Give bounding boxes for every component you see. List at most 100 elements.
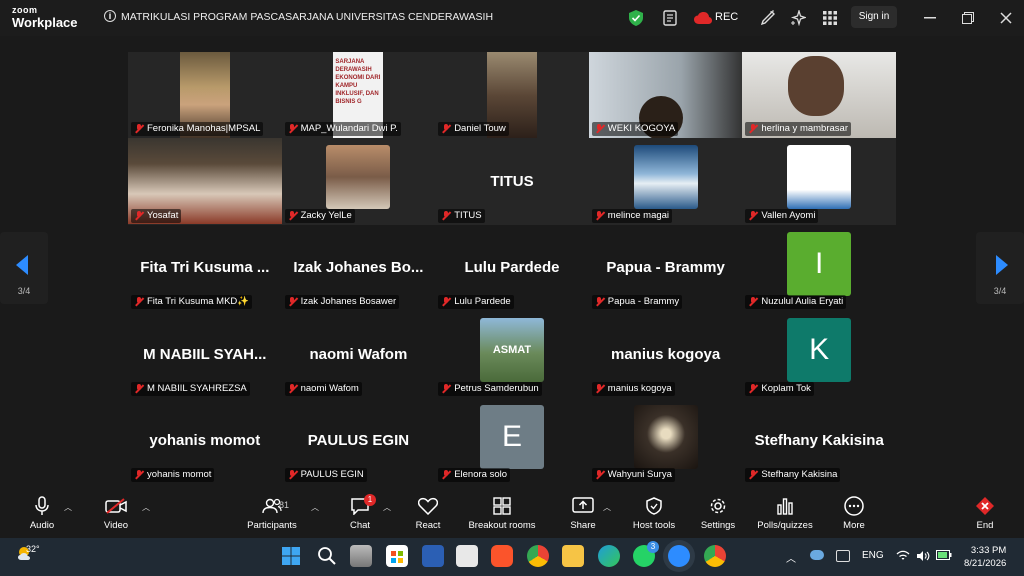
- battery-icon[interactable]: [936, 550, 952, 560]
- participant-tile[interactable]: WEKI KOGOYA: [588, 52, 743, 139]
- participants-options-caret[interactable]: ︿: [311, 502, 319, 513]
- participant-tile[interactable]: SARJANA DERAWASIH EKONOMI DARI KAMPU INK…: [281, 52, 436, 139]
- muted-mic-icon: [748, 470, 757, 480]
- share-options-caret[interactable]: ︿: [603, 502, 611, 513]
- audio-options-caret[interactable]: ︿: [64, 502, 72, 513]
- whatsapp-icon[interactable]: 3: [633, 541, 659, 567]
- speaker-icon[interactable]: [916, 550, 930, 562]
- participant-tile[interactable]: PAULUS EGIN PAULUS EGIN: [281, 397, 436, 484]
- cloud-record-icon[interactable]: [694, 9, 712, 27]
- wifi-icon[interactable]: [896, 550, 910, 562]
- muted-mic-icon: [134, 210, 143, 221]
- participant-tile[interactable]: Fita Tri Kusuma ... Fita Tri Kusuma MKD✨: [128, 224, 282, 312]
- app-icon[interactable]: [456, 545, 478, 567]
- participants-count: 81: [279, 500, 290, 510]
- participant-tile[interactable]: Yosafat: [128, 138, 282, 225]
- participant-tile[interactable]: ASMAT Petrus Samderubun: [435, 311, 589, 398]
- more-button[interactable]: More: [839, 494, 869, 531]
- participant-tile[interactable]: Vallen Ayomi: [742, 138, 896, 225]
- participant-tile[interactable]: TITUS TITUS: [435, 138, 589, 225]
- task-view-icon[interactable]: [350, 545, 372, 567]
- participant-tile[interactable]: M NABIIL SYAH... M NABIIL SYAHREZSA: [128, 311, 282, 398]
- next-page-button[interactable]: 3/4: [976, 232, 1024, 304]
- network-icon[interactable]: [836, 550, 850, 562]
- polls-quizzes-button[interactable]: Polls/quizzes: [756, 494, 814, 531]
- avatar-letter: I: [787, 231, 852, 296]
- participant-tile[interactable]: Lulu Pardede Lulu Pardede: [435, 224, 589, 312]
- participant-tile[interactable]: Daniel Touw: [435, 52, 589, 139]
- gear-icon: [710, 498, 726, 514]
- participant-tile[interactable]: manius kogoya manius kogoya: [588, 311, 743, 398]
- notes-icon[interactable]: [661, 9, 679, 27]
- participant-tile[interactable]: Papua - Brammy Papua - Brammy: [588, 224, 743, 312]
- muted-mic-icon: [748, 383, 757, 394]
- participant-tile[interactable]: yohanis momot yohanis momot: [128, 397, 282, 484]
- participant-tile[interactable]: Izak Johanes Bo... Izak Johanes Bosawer: [281, 224, 436, 312]
- info-icon[interactable]: i: [104, 10, 116, 22]
- participant-name-tag: Stefhany Kakisina: [745, 468, 841, 482]
- restore-icon[interactable]: [960, 10, 976, 26]
- system-clock[interactable]: 3:33 PM 8/21/2026: [964, 544, 1006, 570]
- participant-name-tag: Izak Johanes Bosawer: [284, 295, 400, 310]
- participant-tile[interactable]: melince magai: [588, 138, 743, 225]
- windows-start-icon[interactable]: [280, 545, 302, 567]
- sign-in-button[interactable]: Sign in: [851, 6, 897, 28]
- close-icon[interactable]: [998, 10, 1014, 26]
- participant-tile[interactable]: Wahyuni Surya: [588, 397, 743, 484]
- search-icon[interactable]: [316, 545, 338, 567]
- brave-browser-icon[interactable]: [491, 545, 513, 567]
- chrome-icon[interactable]: [527, 545, 549, 567]
- host-tools-shield-icon: [646, 497, 662, 515]
- participant-tile[interactable]: naomi Wafom naomi Wafom: [281, 311, 436, 398]
- language-indicator[interactable]: ENG: [862, 550, 884, 561]
- participant-tile[interactable]: Stefhany Kakisina Stefhany Kakisina: [742, 397, 896, 484]
- annotate-icon[interactable]: [759, 9, 777, 27]
- participant-tile[interactable]: Feronika Manohas|MPSAL: [128, 52, 282, 139]
- muted-mic-icon: [134, 297, 143, 307]
- end-meeting-button[interactable]: End: [972, 494, 998, 531]
- sparkle-ai-icon[interactable]: [789, 9, 807, 27]
- whatsapp-badge: 3: [647, 541, 659, 553]
- participants-button[interactable]: 81 Participants: [244, 494, 300, 531]
- zoom-app-icon[interactable]: [668, 545, 690, 567]
- participant-name-tag: yohanis momot: [131, 468, 215, 482]
- participant-name-tag: Daniel Touw: [438, 122, 509, 137]
- participant-tile[interactable]: E Elenora solo: [435, 397, 589, 484]
- participant-name-tag: herlina y mambrasar: [745, 122, 851, 137]
- participant-tile[interactable]: K Koplam Tok: [742, 311, 896, 398]
- participant-name-tag: TITUS: [438, 208, 485, 223]
- participant-name-tag: melince magai: [591, 208, 673, 223]
- chevron-up-icon[interactable]: ︿: [786, 550, 796, 565]
- shield-icon[interactable]: [627, 9, 645, 27]
- edge-icon[interactable]: [598, 545, 620, 567]
- file-explorer-icon[interactable]: [562, 545, 584, 567]
- video-options-caret[interactable]: ︿: [142, 502, 150, 513]
- rec-label[interactable]: REC: [715, 11, 738, 23]
- host-tools-button[interactable]: Host tools: [630, 494, 678, 531]
- logo-line1: zoom: [12, 5, 38, 15]
- apps-grid-icon[interactable]: [821, 9, 839, 27]
- participant-tile[interactable]: Zacky YelLe: [281, 138, 436, 225]
- minimize-icon[interactable]: [922, 10, 938, 26]
- settings-button[interactable]: Settings: [698, 494, 738, 531]
- chrome-profile-icon[interactable]: [704, 545, 726, 567]
- participant-tile[interactable]: herlina y mambrasar: [742, 52, 896, 139]
- meeting-title: MATRIKULASI PROGRAM PASCASARJANA UNIVERS…: [121, 11, 494, 23]
- app-icon[interactable]: [422, 545, 444, 567]
- breakout-rooms-button[interactable]: Breakout rooms: [466, 494, 538, 531]
- share-screen-icon: [572, 497, 594, 513]
- profile-picture: ASMAT: [479, 318, 544, 383]
- logo-line2: Workplace: [12, 15, 78, 30]
- audio-button[interactable]: Audio: [24, 494, 60, 531]
- participant-tile[interactable]: I Nuzulul Aulia Eryati: [742, 224, 896, 312]
- video-button[interactable]: Video: [100, 494, 132, 531]
- chat-button[interactable]: 1 Chat: [346, 494, 376, 531]
- prev-page-button[interactable]: 3/4: [0, 232, 48, 304]
- share-button[interactable]: Share: [568, 494, 598, 531]
- store-icon[interactable]: [386, 545, 408, 567]
- page-indicator-right: 3/4: [993, 286, 1007, 296]
- chat-options-caret[interactable]: ︿: [383, 502, 391, 513]
- cloud-icon[interactable]: [810, 550, 824, 560]
- react-button[interactable]: React: [414, 494, 442, 531]
- muted-mic-icon: [134, 383, 143, 394]
